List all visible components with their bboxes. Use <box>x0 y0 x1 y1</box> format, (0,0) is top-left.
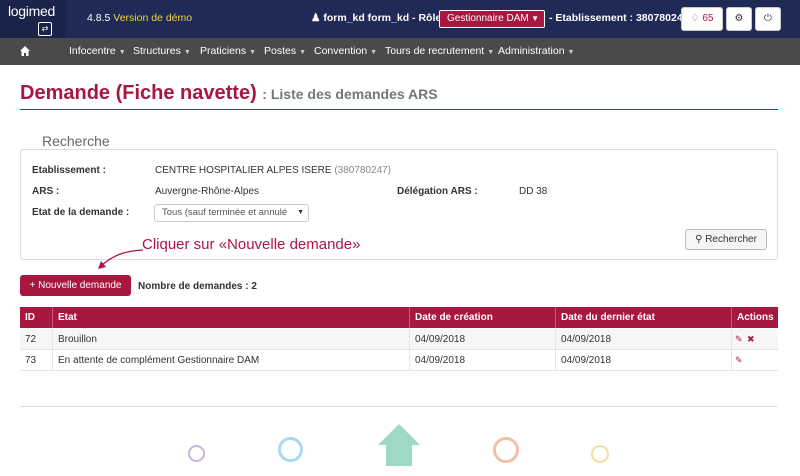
nav-administration[interactable]: Administration ▼ <box>498 38 574 65</box>
ars-value: Auvergne-Rhône-Alpes <box>155 186 259 197</box>
footer-divider <box>20 406 778 407</box>
chevron-down-icon: ▼ <box>487 49 495 56</box>
col-header-dernier[interactable]: Date du dernier état <box>556 307 732 328</box>
user-icon: ♟ <box>311 12 321 24</box>
etablissement-value: CENTRE HOSPITALIER ALPES ISERE (38078024… <box>155 165 391 176</box>
edit-icon[interactable]: ✎ <box>735 356 743 365</box>
nav-label: Convention <box>314 45 368 57</box>
table-row[interactable]: 72 Brouillon 04/09/2018 04/09/2018 ✎ ✖ <box>20 329 778 350</box>
demand-count: Nombre de demandes : 2 <box>138 281 257 292</box>
search-panel <box>20 149 778 260</box>
etat-select-value: Tous (sauf terminée et annulé <box>162 207 288 218</box>
gear-icon: ⚙ <box>734 13 744 24</box>
search-legend: Recherche <box>35 133 117 149</box>
nav-tours-recrutement[interactable]: Tours de recrutement ▼ <box>385 38 494 65</box>
col-header-etat[interactable]: Etat <box>53 307 410 328</box>
notif-count: 65 <box>702 13 714 24</box>
etablissement-name: CENTRE HOSPITALIER ALPES ISERE <box>155 165 332 176</box>
etablissement-code: (380780247) <box>334 165 392 176</box>
chevron-down-icon: ▼ <box>370 49 378 56</box>
nav-label: Postes <box>264 45 297 57</box>
edit-icon[interactable]: ✎ <box>735 335 743 344</box>
nav-praticiens[interactable]: Praticiens ▼ <box>200 38 256 65</box>
cell-id: 73 <box>20 350 53 371</box>
chevron-down-icon: ▼ <box>567 49 575 56</box>
cell-actions: ✎ <box>732 350 778 371</box>
logo[interactable]: logimed ⇄ <box>0 0 66 38</box>
nav-label: Tours de recrutement <box>385 45 485 57</box>
top-bar: logimed ⇄ 4.8.5 Version de démo ♟ form_k… <box>0 0 800 38</box>
decor-circle <box>493 437 519 463</box>
user-info: ♟ form_kd form_kd - Rôle : <box>311 12 448 24</box>
search-button-label: Rechercher <box>705 234 757 245</box>
cell-actions: ✎ ✖ <box>732 329 778 350</box>
cell-creation: 04/09/2018 <box>410 350 556 371</box>
user-label: form_kd form_kd - Rôle : <box>323 12 448 24</box>
scroll-up-arrow-icon[interactable] <box>376 422 422 466</box>
document-icon: ⇄ <box>38 22 52 36</box>
search-button[interactable]: ⚲ Rechercher <box>685 229 767 250</box>
nav-label: Administration <box>498 45 565 57</box>
delete-icon[interactable]: ✖ <box>747 335 755 344</box>
new-demand-button[interactable]: + Nouvelle demande <box>20 275 131 296</box>
cell-id: 72 <box>20 329 53 350</box>
etablissement-label: Etablissement : <box>32 165 106 176</box>
col-header-actions: Actions <box>737 312 774 323</box>
chevron-down-icon: ▼ <box>299 49 307 56</box>
role-select[interactable]: Gestionnaire DAM ▼ <box>439 10 545 28</box>
etat-select[interactable]: Tous (sauf terminée et annulé ▼ <box>154 204 309 222</box>
delegation-label: Délégation ARS : <box>397 186 478 197</box>
nav-label: Praticiens <box>200 45 247 57</box>
page-title-main: Demande (Fiche navette) <box>20 82 257 104</box>
title-divider <box>20 109 778 110</box>
new-demand-label: Nouvelle demande <box>38 280 122 291</box>
version-number: 4.8.5 <box>87 12 111 24</box>
etablissement-info: - Etablissement : 380780247 <box>549 12 689 24</box>
decor-circle <box>188 445 205 462</box>
page-subtitle: : Liste des demandes ARS <box>262 86 438 102</box>
ars-label: ARS : <box>32 186 60 197</box>
cell-creation: 04/09/2018 <box>410 329 556 350</box>
decor-circle <box>278 437 303 462</box>
col-header-creation[interactable]: Date de création <box>410 307 556 328</box>
nav-label: Structures <box>133 45 181 57</box>
search-icon: ⚲ <box>695 234 703 245</box>
table-header: ID Etat Date de création Date du dernier… <box>20 307 778 328</box>
nav-infocentre[interactable]: Infocentre ▼ <box>69 38 126 65</box>
cell-dernier: 04/09/2018 <box>556 329 732 350</box>
bell-icon: ♢ <box>690 13 700 24</box>
annotation-text: Cliquer sur «Nouvelle demande» <box>142 236 361 253</box>
logout-button[interactable]: ⏻ <box>755 7 781 31</box>
chevron-down-icon: ▼ <box>183 49 191 56</box>
decor-circle <box>591 445 609 463</box>
chevron-down-icon: ▼ <box>297 209 304 216</box>
etat-label: Etat de la demande : <box>32 207 130 218</box>
page-title: Demande (Fiche navette) : Liste des dema… <box>20 82 438 105</box>
cell-etat: En attente de complément Gestionnaire DA… <box>53 350 410 371</box>
nav-postes[interactable]: Postes ▼ <box>264 38 306 65</box>
nav-convention[interactable]: Convention ▼ <box>314 38 377 65</box>
logo-text: logimed <box>8 3 55 19</box>
notifications-button[interactable]: ♢ 65 <box>681 7 723 31</box>
cell-etat: Brouillon <box>53 329 410 350</box>
chevron-down-icon: ▼ <box>531 14 539 23</box>
table-row[interactable]: 73 En attente de complément Gestionnaire… <box>20 350 778 371</box>
main-nav: Infocentre ▼ Structures ▼ Praticiens ▼ Post… <box>0 38 800 65</box>
nav-label: Infocentre <box>69 45 116 57</box>
demo-label: Version de démo <box>113 12 193 24</box>
chevron-down-icon: ▼ <box>118 49 126 56</box>
power-icon: ⏻ <box>764 13 772 24</box>
settings-button[interactable]: ⚙ <box>726 7 752 31</box>
col-header-id[interactable]: ID <box>20 307 53 328</box>
nav-structures[interactable]: Structures ▼ <box>133 38 191 65</box>
version-info: 4.8.5 Version de démo <box>87 12 192 24</box>
role-value: Gestionnaire DAM <box>447 13 529 24</box>
chevron-down-icon: ▼ <box>249 49 257 56</box>
home-icon[interactable] <box>19 45 31 57</box>
cell-dernier: 04/09/2018 <box>556 350 732 371</box>
annotation-arrow-icon <box>98 249 144 269</box>
delegation-value: DD 38 <box>519 186 548 197</box>
plus-icon: + <box>29 280 36 291</box>
